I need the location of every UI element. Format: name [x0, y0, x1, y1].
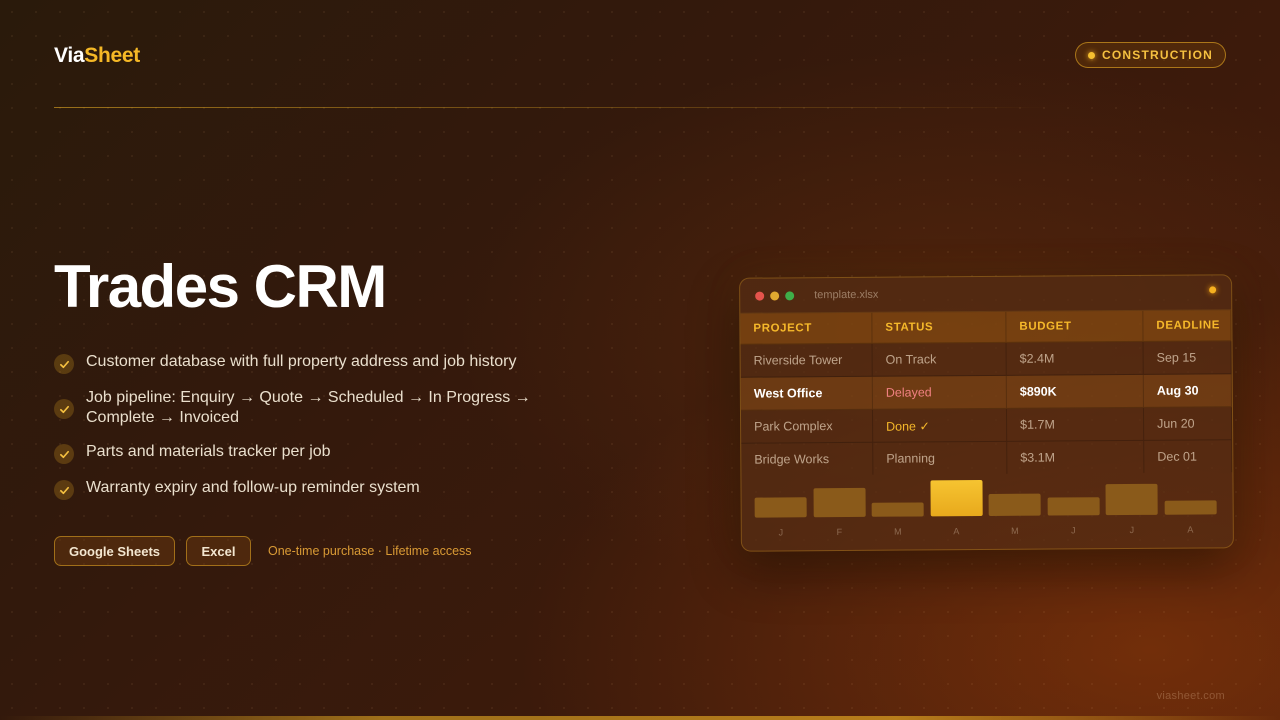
project-cell: Bridge Works — [741, 442, 873, 476]
status-cell: Done ✓ — [872, 408, 1007, 443]
chart-tick-label: F — [836, 527, 843, 538]
column-header: DEADLINE — [1142, 310, 1232, 342]
brand-logo-part2: Sheet — [84, 44, 140, 67]
table-row: Bridge Works Planning $3.1M Dec 01 — [741, 439, 1232, 476]
project-table: PROJECT STATUS BUDGET DEADLINE Riverside… — [740, 310, 1232, 476]
feature-item: Job pipeline: Enquiry → Quote → Schedule… — [54, 388, 574, 428]
badge-dot-icon — [1087, 51, 1095, 59]
chart-bar — [813, 487, 866, 518]
status-dot-icon — [1209, 286, 1217, 294]
chart-bar — [929, 480, 983, 517]
file-name: template.xlsx — [814, 288, 879, 302]
chart-tick-label: J — [778, 527, 784, 538]
feature-item: Parts and materials tracker per job — [54, 442, 574, 464]
deadline-cell: Aug 30 — [1143, 373, 1232, 408]
feature-text: Customer database with full property add… — [86, 353, 517, 370]
chart-tick-label: A — [1187, 524, 1194, 535]
chart-tick-label: M — [1011, 525, 1019, 536]
chart-tick-label: A — [953, 526, 960, 537]
budget-cell: $2.4M — [1006, 341, 1144, 376]
chart-tick-label: J — [1071, 525, 1076, 536]
budget-cell: $3.1M — [1006, 440, 1144, 474]
brand-logo[interactable]: ViaSheet — [54, 44, 140, 68]
project-cell: West Office — [740, 376, 873, 411]
chart-tick-label: M — [894, 526, 902, 537]
chart-bar — [754, 497, 807, 518]
deadline-cell: Sep 15 — [1143, 340, 1232, 375]
chart-bar — [988, 493, 1041, 516]
feature-item: Warranty expiry and follow-up reminder s… — [54, 478, 574, 500]
project-cell: Riverside Tower — [740, 343, 873, 378]
table-row: Riverside Tower On Track $2.4M Sep 15 — [740, 340, 1232, 378]
column-header: PROJECT — [740, 312, 873, 345]
check-icon — [54, 399, 74, 419]
budget-cell: $890K — [1006, 374, 1144, 409]
maximize-window-icon — [785, 290, 795, 300]
spreadsheet-preview: template.xlsx PROJECT STATUS BUDGET DEAD… — [739, 274, 1234, 552]
excel-button[interactable]: Excel — [186, 536, 251, 566]
table-row: Park Complex Done ✓ $1.7M Jun 20 — [740, 406, 1232, 444]
budget-cell: $1.7M — [1006, 407, 1144, 442]
feature-text: Warranty expiry and follow-up reminder s… — [86, 479, 420, 496]
status-cell: On Track — [872, 342, 1007, 377]
header-divider — [54, 107, 1054, 108]
status-cell: Delayed — [872, 375, 1007, 410]
footer-site: viasheet.com — [1156, 690, 1225, 702]
chart-bar — [1164, 500, 1217, 515]
bottom-accent-line — [0, 716, 1280, 720]
table-header-row: PROJECT STATUS BUDGET DEADLINE — [740, 310, 1232, 345]
column-header: STATUS — [871, 311, 1007, 344]
chart-bar — [1105, 483, 1158, 516]
project-cell: Park Complex — [740, 409, 873, 444]
feature-list: Customer database with full property add… — [54, 352, 574, 514]
window-titlebar: template.xlsx — [740, 275, 1232, 314]
status-cell: Planning — [872, 441, 1007, 475]
feature-text: Job pipeline: Enquiry → Quote → Schedule… — [86, 389, 531, 426]
deadline-cell: Dec 01 — [1143, 439, 1232, 473]
check-icon — [54, 354, 74, 374]
chart-tick-label: J — [1129, 524, 1135, 536]
chart-bar — [871, 502, 924, 517]
mini-bar-chart: JFMAMJJA — [741, 472, 1232, 545]
purchase-note: One-time purchase · Lifetime access — [268, 544, 472, 558]
minimize-window-icon — [770, 290, 780, 301]
category-badge: CONSTRUCTION — [1075, 42, 1226, 68]
deadline-cell: Jun 20 — [1143, 406, 1232, 441]
badge-label: CONSTRUCTION — [1101, 48, 1214, 62]
feature-item: Customer database with full property add… — [54, 352, 574, 374]
check-icon — [54, 444, 74, 464]
close-window-icon — [755, 291, 765, 301]
feature-text: Parts and materials tracker per job — [86, 443, 331, 460]
chart-bar — [1047, 497, 1100, 516]
page-title: Trades CRM — [54, 253, 387, 320]
table-row-highlighted: West Office Delayed $890K Aug 30 — [740, 373, 1232, 411]
check-icon — [54, 480, 74, 500]
column-header: BUDGET — [1005, 310, 1144, 343]
brand-logo-part1: Via — [54, 44, 85, 67]
google-sheets-button[interactable]: Google Sheets — [54, 536, 175, 566]
